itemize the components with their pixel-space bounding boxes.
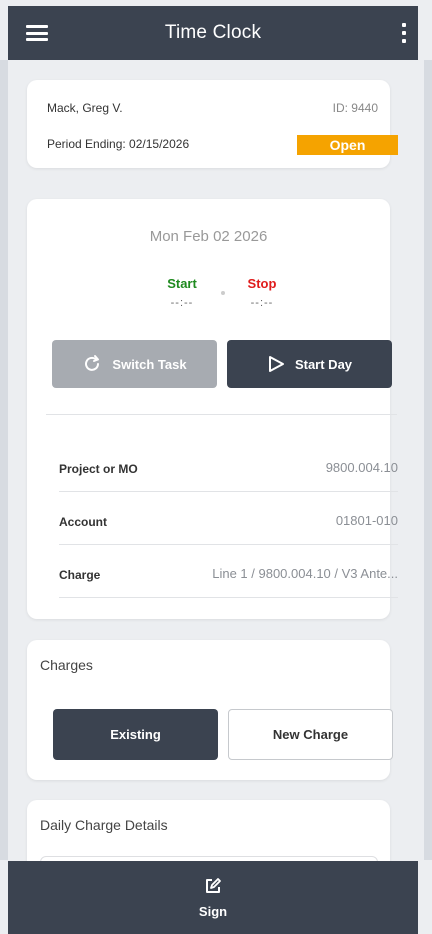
- start-time: --:--: [170, 297, 194, 309]
- frame-edge-left: [0, 60, 8, 860]
- start-block: Start --:--: [157, 276, 207, 309]
- existing-button[interactable]: Existing: [53, 709, 218, 760]
- existing-label: Existing: [110, 727, 161, 742]
- stop-block: Stop --:--: [237, 276, 287, 309]
- start-day-button[interactable]: Start Day: [227, 340, 392, 388]
- new-charge-button[interactable]: New Charge: [228, 709, 393, 760]
- separator-dot: [221, 291, 225, 295]
- sign-label: Sign: [198, 903, 228, 919]
- sign-button[interactable]: Sign: [8, 861, 418, 934]
- refresh-icon: [82, 354, 102, 374]
- project-row: Project or MO 9800.004.10: [59, 439, 398, 492]
- account-label: Account: [59, 515, 107, 529]
- account-row: Account 01801-010: [59, 492, 398, 545]
- start-label: Start: [167, 276, 197, 291]
- employee-card: Mack, Greg V. ID: 9440 Period Ending: 02…: [27, 80, 398, 168]
- charge-value: Line 1 / 9800.004.10 / V3 Ante...: [212, 566, 398, 581]
- employee-name: Mack, Greg V.: [47, 101, 123, 115]
- switch-task-button[interactable]: Switch Task: [52, 340, 217, 388]
- stop-time: --:--: [250, 297, 274, 309]
- edit-square-icon: [204, 877, 222, 895]
- page-title: Time Clock: [164, 22, 262, 43]
- frame-edge-right: [424, 60, 432, 860]
- divider: [46, 414, 397, 415]
- charges-card: Charges Existing New Charge: [27, 640, 393, 780]
- employee-id: ID: 9440: [332, 101, 378, 115]
- time-clock-card: Mon Feb 02 2026 Start --:-- Stop --:-- S…: [27, 199, 398, 619]
- hamburger-menu-icon[interactable]: [26, 22, 48, 44]
- account-value: 01801-010: [335, 513, 398, 528]
- more-vertical-icon[interactable]: [398, 23, 410, 43]
- charge-label: Charge: [59, 568, 101, 582]
- charges-title: Charges: [40, 657, 93, 673]
- project-value: 9800.004.10: [325, 460, 398, 475]
- status-badge: Open: [297, 135, 398, 155]
- clock-date: Mon Feb 02 2026: [149, 228, 268, 245]
- new-charge-label: New Charge: [272, 727, 349, 742]
- charge-row: Charge Line 1 / 9800.004.10 / V3 Ante...: [59, 545, 398, 598]
- start-day-label: Start Day: [294, 356, 353, 372]
- app-header: Time Clock: [8, 6, 418, 60]
- app-frame: Time Clock Mack, Greg V. ID: 9440 Period…: [0, 0, 432, 934]
- switch-task-label: Switch Task: [112, 356, 187, 372]
- stop-label: Stop: [247, 276, 277, 291]
- daily-title: Daily Charge Details: [40, 817, 168, 833]
- period-ending: Period Ending: 02/15/2026: [47, 137, 190, 151]
- project-label: Project or MO: [59, 462, 138, 476]
- play-outline-icon: [267, 355, 285, 373]
